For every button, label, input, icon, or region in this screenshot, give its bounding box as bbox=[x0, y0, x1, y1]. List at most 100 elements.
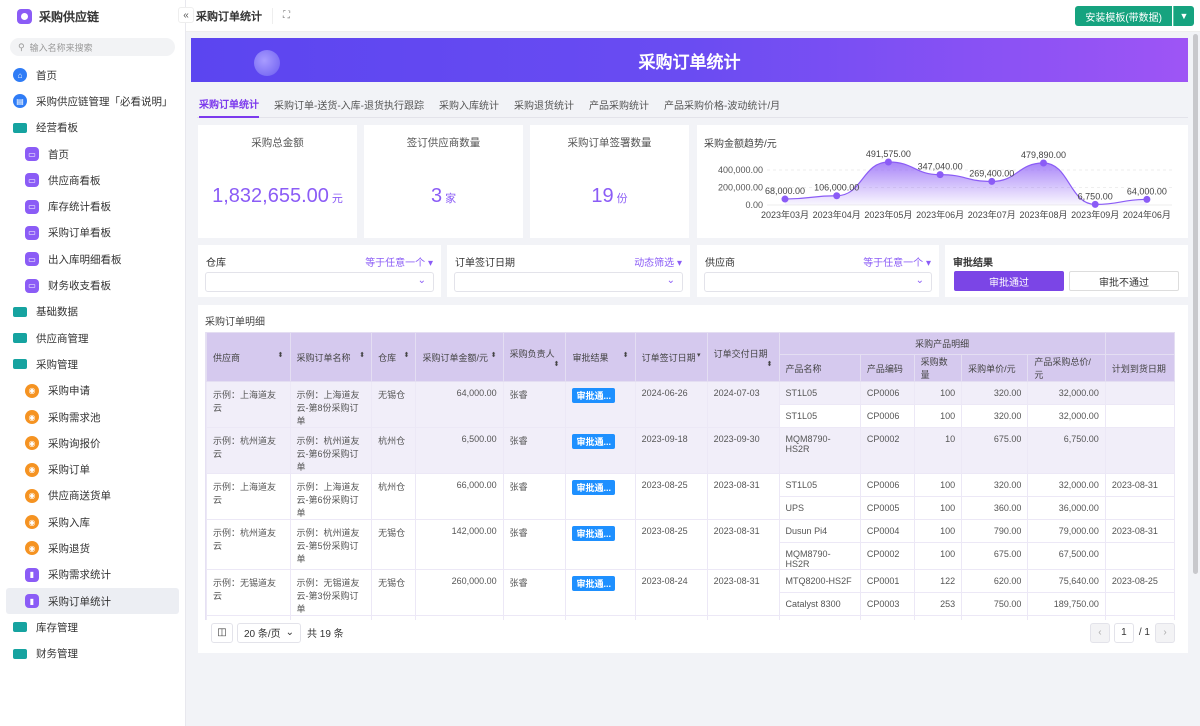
tab[interactable]: 采购订单统计 bbox=[199, 90, 259, 118]
sidebar-item[interactable]: ▭出入库明细看板 bbox=[0, 246, 185, 272]
sidebar-item[interactable]: ▭首页 bbox=[0, 141, 185, 167]
install-template-button[interactable]: 安装模板(带数据) bbox=[1075, 6, 1172, 26]
board-icon: ▭ bbox=[25, 200, 39, 214]
stat-title: 签订供应商数量 bbox=[364, 135, 523, 150]
sidebar-item[interactable]: ◉采购申请 bbox=[0, 378, 185, 404]
next-page-button[interactable]: › bbox=[1155, 623, 1175, 643]
sidebar-item[interactable]: ◉供应商送货单 bbox=[0, 483, 185, 509]
sidebar-item[interactable]: ▭财务收支看板 bbox=[0, 272, 185, 298]
table-row[interactable]: 示例：杭州道友云示例：杭州道友云-第6份采购订单杭州仓6,500.00张睿审批通… bbox=[207, 428, 1175, 474]
sidebar-item[interactable]: ◉采购订单 bbox=[0, 456, 185, 482]
table-row[interactable]: 示例：上海道友云示例：上海道友云-第8份采购订单无锡仓64,000.00张睿审批… bbox=[207, 382, 1175, 405]
sidebar-item[interactable]: 采购管理 bbox=[0, 351, 185, 377]
chart-icon: ▮ bbox=[25, 594, 39, 608]
filter-supplier: 供应商 等于任意一个 ▾ ⌄ bbox=[697, 245, 939, 297]
sidebar-item[interactable]: ◉采购入库 bbox=[0, 509, 185, 535]
tab[interactable]: 采购退货统计 bbox=[514, 90, 574, 118]
y-tick-label: 400,000.00 bbox=[718, 165, 763, 175]
collapse-sidebar-icon[interactable]: « bbox=[178, 7, 194, 23]
sidebar-item-label: 基础数据 bbox=[36, 304, 78, 319]
sidebar-item-label: 首页 bbox=[48, 147, 69, 162]
approval-pass-button[interactable]: 审批通过 bbox=[954, 271, 1064, 291]
filter-label: 供应商 bbox=[705, 254, 735, 269]
sub-column-header[interactable]: 采购单价/元 bbox=[962, 355, 1028, 382]
approval-fail-button[interactable]: 审批不通过 bbox=[1069, 271, 1179, 291]
tab[interactable]: 采购入库统计 bbox=[439, 90, 499, 118]
page-size-select[interactable]: 20 条/页⌄ bbox=[237, 623, 301, 643]
sub-column-header[interactable]: 计划到货日期 bbox=[1105, 355, 1174, 382]
filter-mode-dropdown[interactable]: 等于任意一个 ▾ bbox=[863, 254, 931, 269]
sidebar-item[interactable]: 经营看板 bbox=[0, 115, 185, 141]
table-row[interactable]: 示例：上海道友云示例：上海道友云-第6份采购订单杭州仓66,000.00张睿审批… bbox=[207, 474, 1175, 497]
cell-item: 32,000.00 bbox=[1028, 382, 1105, 405]
table-row[interactable]: 示例：无锡道友云示例：无锡道友云-第3份采购订单无锡仓260,000.00张睿审… bbox=[207, 570, 1175, 593]
sidebar-item[interactable]: ◉采购询报价 bbox=[0, 430, 185, 456]
column-header[interactable]: 审批结果⬍ bbox=[566, 333, 635, 382]
sidebar-item[interactable]: ▮采购需求统计 bbox=[0, 562, 185, 588]
column-header[interactable]: 订单交付日期⬍ bbox=[707, 333, 779, 382]
sidebar-item[interactable]: ▭供应商看板 bbox=[0, 167, 185, 193]
column-header[interactable]: 仓库⬍ bbox=[372, 333, 416, 382]
cell-supplier: 示例：杭州道友云 bbox=[207, 428, 291, 474]
sidebar-item[interactable]: ▤采购供应链管理「必看说明」 bbox=[0, 88, 185, 114]
sidebar-item[interactable]: 财务管理 bbox=[0, 641, 185, 667]
stat-value: 1,832,655.00元 bbox=[198, 185, 357, 208]
sidebar-item[interactable]: 库存管理 bbox=[0, 614, 185, 640]
cell-owner: 张睿 bbox=[503, 382, 566, 428]
cell-supplier: 示例：无锡道友云 bbox=[207, 570, 291, 616]
sidebar-item[interactable]: ▭库存统计看板 bbox=[0, 193, 185, 219]
tab[interactable]: 产品采购价格-波动统计/月 bbox=[664, 90, 780, 118]
logo-icon bbox=[17, 9, 32, 24]
fullscreen-icon[interactable]: ⛶ bbox=[283, 10, 290, 21]
cell-item bbox=[1105, 543, 1174, 570]
sidebar-item[interactable]: 基础数据 bbox=[0, 299, 185, 325]
cell-item: MTQ8200-HS2F bbox=[779, 570, 860, 593]
cell-wh: 无锡仓 bbox=[372, 570, 416, 616]
chart-icon: ▮ bbox=[25, 568, 39, 582]
column-header[interactable]: 采购订单金额/元⬍ bbox=[416, 333, 503, 382]
filter-label: 订单签订日期 bbox=[455, 254, 515, 269]
supplier-select[interactable]: ⌄ bbox=[704, 272, 932, 292]
sidebar-item-label: 采购供应链管理「必看说明」 bbox=[36, 94, 173, 109]
page-input[interactable]: 1 bbox=[1114, 623, 1134, 643]
cell-name: 示例：杭州道友云-第6份采购订单 bbox=[290, 428, 372, 474]
sub-column-header[interactable]: 产品采购总价/元 bbox=[1028, 355, 1105, 382]
sub-column-header[interactable]: 产品名称 bbox=[779, 355, 860, 382]
sidebar-search-input[interactable]: ⚲输入名称来搜索 bbox=[10, 38, 175, 56]
warehouse-select[interactable]: ⌄ bbox=[205, 272, 434, 292]
sub-column-header[interactable]: 产品编码 bbox=[860, 355, 914, 382]
column-header[interactable]: 订单签订日期▾ bbox=[635, 333, 707, 382]
column-header[interactable]: 供应商⬍ bbox=[207, 333, 291, 382]
pagination: ◫ 20 条/页⌄ 共 19 条 ‹ 1 / 1 › bbox=[205, 620, 1175, 645]
tab-bar: 采购订单统计采购订单-送货-入库-退货执行跟踪采购入库统计采购退货统计产品采购统… bbox=[197, 90, 1188, 118]
filter-mode-dropdown[interactable]: 动态筛选 ▾ bbox=[634, 254, 682, 269]
form-icon: ◉ bbox=[25, 489, 39, 503]
sidebar-item[interactable]: ▮采购订单统计 bbox=[6, 588, 179, 614]
cell-owner: 张睿 bbox=[503, 474, 566, 520]
sidebar-item[interactable]: ▭采购订单看板 bbox=[0, 220, 185, 246]
column-settings-icon[interactable]: ◫ bbox=[211, 623, 233, 643]
sidebar-item[interactable]: ◉采购退货 bbox=[0, 535, 185, 561]
cell-item: 75,640.00 bbox=[1028, 570, 1105, 593]
tab[interactable]: 采购订单-送货-入库-退货执行跟踪 bbox=[274, 90, 424, 118]
column-header[interactable]: 采购订单名称⬍ bbox=[290, 333, 372, 382]
data-point bbox=[833, 192, 840, 199]
app-logo: 采购供应链 bbox=[0, 0, 185, 32]
sidebar-item[interactable]: 供应商管理 bbox=[0, 325, 185, 351]
cell-wh: 杭州仓 bbox=[372, 428, 416, 474]
filter-mode-dropdown[interactable]: 等于任意一个 ▾ bbox=[365, 254, 433, 269]
cell-item bbox=[1105, 497, 1174, 520]
install-dropdown-chevron-icon[interactable]: ▼ bbox=[1173, 6, 1194, 26]
page-scrollbar[interactable] bbox=[1193, 34, 1198, 574]
x-tick-label: 2023年08月 bbox=[1019, 209, 1067, 220]
cell-item: ST1L05 bbox=[779, 382, 860, 405]
table-row[interactable]: 示例：杭州道友云示例：杭州道友云-第5份采购订单无锡仓142,000.00张睿审… bbox=[207, 520, 1175, 543]
sign-date-select[interactable]: ⌄ bbox=[454, 272, 683, 292]
sub-column-header[interactable]: 采购数量 bbox=[914, 355, 961, 382]
column-header[interactable]: 采购负责人⬍ bbox=[503, 333, 566, 382]
prev-page-button[interactable]: ‹ bbox=[1090, 623, 1110, 643]
sidebar-item-label: 库存管理 bbox=[36, 620, 78, 635]
sidebar-item[interactable]: ⌂首页 bbox=[0, 62, 185, 88]
sidebar-item[interactable]: ◉采购需求池 bbox=[0, 404, 185, 430]
tab[interactable]: 产品采购统计 bbox=[589, 90, 649, 118]
